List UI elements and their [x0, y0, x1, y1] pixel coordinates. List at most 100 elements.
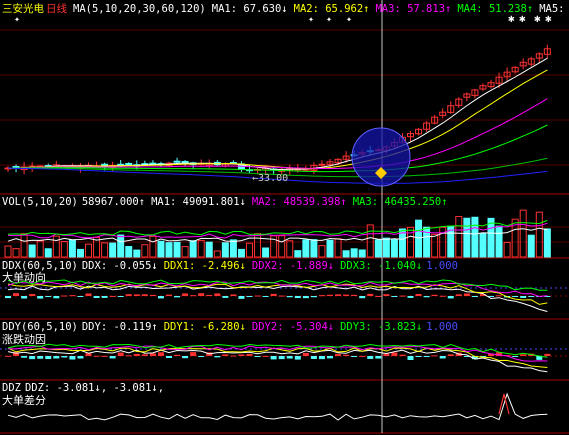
- ddx-bar: [246, 296, 253, 297]
- ddx-bar: [45, 296, 52, 297]
- ddy-bar: [61, 356, 68, 358]
- ma3-value: MA3: 57.813↑: [375, 3, 452, 15]
- chart-canvas[interactable]: ✦ ✦ ✦ ✦ ✱ ✱ ✱ ✱: [0, 0, 569, 435]
- volume-bar: [109, 242, 117, 258]
- volume-bar: [254, 233, 262, 258]
- ddy-bar: [77, 356, 84, 359]
- candle-body: [173, 160, 181, 163]
- volume-bar: [350, 248, 358, 258]
- ddy-ref: 1.000: [426, 321, 458, 333]
- volume-bar: [213, 250, 221, 258]
- ddy-bar: [125, 355, 132, 357]
- ddy-bar: [343, 354, 350, 356]
- volume-bar: [415, 219, 423, 258]
- volume-bar: [173, 241, 181, 258]
- candle-body: [125, 162, 133, 166]
- ddx-bar: [214, 293, 221, 296]
- stock-name[interactable]: 三安光电: [2, 3, 44, 15]
- ddy-bar: [238, 354, 245, 356]
- volume-bar: [133, 249, 141, 258]
- ddz-title: 大单差分: [2, 394, 46, 407]
- volume-bar: [278, 235, 286, 258]
- volume-bar: [334, 238, 342, 258]
- volume-bar: [229, 239, 237, 258]
- ddy-line: [7, 349, 548, 373]
- ddx-bar: [5, 296, 11, 299]
- ddx-bar: [53, 296, 60, 299]
- volume-bar: [125, 246, 133, 258]
- ddy-params: DDY(60,5,10): [2, 321, 78, 333]
- ddy-bar: [149, 353, 156, 356]
- ddx-bar: [174, 296, 181, 298]
- ddx-bar: [391, 296, 398, 297]
- ddx-bar: [528, 296, 535, 297]
- ddz-line: [7, 392, 548, 421]
- ddx-bar: [351, 294, 358, 296]
- ddy-bar: [544, 353, 551, 356]
- volume-bar: [68, 239, 76, 258]
- ddy-bar: [375, 356, 382, 359]
- ddy-indicator: [5, 343, 551, 373]
- volume-bar: [197, 239, 205, 258]
- star-marker: ✦: [14, 14, 20, 25]
- ddx1-value: DDX1: -2.496↓: [163, 260, 246, 272]
- ddx-bar: [431, 294, 438, 296]
- volume-bar: [471, 216, 479, 258]
- ddx-bar: [182, 293, 189, 296]
- volume-bar: [543, 228, 551, 258]
- volume-bar: [165, 242, 173, 258]
- ddx-bar: [496, 295, 503, 297]
- vol-ma3: MA3: 46435.250↑: [352, 196, 448, 208]
- ddx-bar: [230, 294, 237, 296]
- ddy-title: 涨跌动因: [2, 333, 46, 346]
- ddy-bar: [423, 356, 430, 358]
- ddy-bar: [166, 356, 172, 359]
- volume-header: VOL(5,10,20) 58967.000↑ MA1: 49091.801↓ MA2…: [2, 196, 454, 208]
- volume-bar: [358, 249, 366, 258]
- overlay-markers: ✦ ✦ ✦ ✦ ✱ ✱ ✱ ✱: [14, 12, 552, 187]
- volume-bar: [4, 245, 12, 258]
- volume-bar: [455, 215, 463, 258]
- ddy-bar: [447, 354, 454, 356]
- period-label[interactable]: 日线: [46, 3, 67, 15]
- candle-body: [318, 163, 326, 166]
- ddy-bar: [439, 356, 446, 359]
- ddx-bar: [157, 296, 164, 299]
- ddy-bar: [431, 355, 438, 357]
- ddx-bar: [375, 295, 382, 297]
- ddx-bar: [93, 296, 100, 298]
- ddy-bar: [230, 355, 237, 357]
- ddz-value: DDZ: -3.081↓, -3.081↓,: [24, 382, 165, 394]
- ddx-bar: [222, 296, 229, 298]
- ddx-bar: [101, 296, 108, 298]
- ddx-bar: [286, 296, 293, 298]
- volume-bar: [382, 237, 390, 258]
- volume-bar: [366, 224, 374, 258]
- ddy-bar: [286, 356, 293, 359]
- ddx-bar: [270, 293, 277, 296]
- ddy-bar: [254, 356, 261, 357]
- ddy-bar: [310, 356, 317, 359]
- volume-bar: [189, 240, 197, 258]
- volume-bar: [36, 240, 44, 258]
- ddx3-value: DDX3: -1.040↓: [340, 260, 423, 272]
- ddx-bar: [520, 296, 527, 298]
- ddx-bar: [512, 296, 519, 297]
- star-marker: ✦: [346, 14, 352, 25]
- volume-bar: [431, 233, 439, 258]
- ddy-bar: [302, 352, 309, 356]
- ddy-bar: [383, 353, 390, 356]
- ddx-bar: [13, 293, 20, 296]
- ddy-bar: [520, 354, 527, 356]
- vol-ma1: MA1: 49091.801↓: [151, 196, 246, 208]
- ddy2-value: DDY2: -5.304↓: [251, 321, 335, 333]
- ddy-bar: [53, 356, 60, 359]
- volume-bar: [479, 232, 487, 258]
- vol-params: VOL(5,10,20): [2, 196, 78, 208]
- ddx-bar: [318, 295, 325, 297]
- ddx-bar: [206, 294, 213, 296]
- stock-chart[interactable]: ✦ ✦ ✦ ✦ ✱ ✱ ✱ ✱ 三安光电 日线 MA(5,10,20,30,60,120) MA1:…: [0, 0, 569, 435]
- ddy-bar: [190, 352, 197, 356]
- ddz-indicator: [7, 392, 548, 421]
- volume-bar: [12, 248, 20, 258]
